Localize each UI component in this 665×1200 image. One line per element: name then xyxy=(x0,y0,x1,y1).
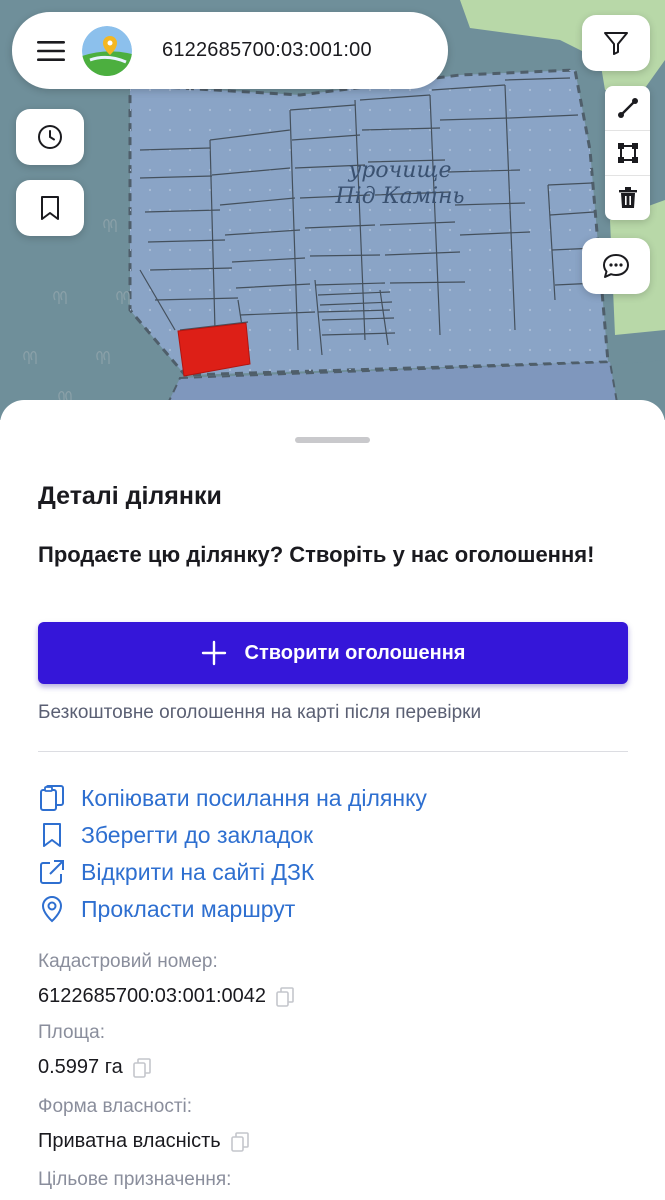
clear-drawing-button[interactable] xyxy=(605,176,650,220)
ownership-value: Приватна власність xyxy=(38,1130,249,1153)
divider xyxy=(38,751,628,752)
bookmark-icon xyxy=(41,196,59,220)
search-bar[interactable]: 6122685700:03:001:00 xyxy=(12,12,448,89)
cadastral-number-value: 6122685700:03:001:0042 xyxy=(38,985,294,1008)
tree-symbols xyxy=(23,218,130,404)
hamburger-menu-icon xyxy=(37,40,65,61)
purpose-label: Цільове призначення: xyxy=(38,1169,232,1190)
ownership-label: Форма власності: xyxy=(38,1096,193,1117)
measure-line-button[interactable] xyxy=(605,86,650,130)
draw-polygon-icon xyxy=(617,143,638,163)
history-button[interactable] xyxy=(16,109,84,165)
area-label: Площа: xyxy=(38,1022,106,1043)
copy-link-label: Копіювати посилання на ділянку xyxy=(81,784,427,811)
search-input[interactable]: 6122685700:03:001:00 xyxy=(162,39,372,62)
external-link-icon xyxy=(38,857,66,887)
bookmarks-button[interactable] xyxy=(16,180,84,236)
menu-button[interactable] xyxy=(12,12,90,89)
cadastral-number-label: Кадастровий номер: xyxy=(38,951,218,972)
ownership-text: Приватна власність xyxy=(38,1130,221,1152)
save-bookmark-label: Зберегти до закладок xyxy=(81,821,314,848)
map-logo-icon xyxy=(82,25,132,76)
plus-icon xyxy=(201,640,227,666)
copy-icon[interactable] xyxy=(230,1131,249,1152)
map-place-label: урочище Під Камінь xyxy=(320,158,480,210)
location-pin-icon xyxy=(38,894,66,924)
copy-link-action[interactable]: Копіювати посилання на ділянку xyxy=(38,782,427,814)
free-listing-note: Безкоштовне оголошення на карті після пе… xyxy=(38,702,482,723)
route-action[interactable]: Прокласти маршрут xyxy=(38,893,295,925)
sheet-title: Деталі ділянки xyxy=(38,482,222,510)
sell-prompt: Продаєте цю ділянку? Створіть у нас огол… xyxy=(38,542,595,567)
trash-icon xyxy=(618,187,637,208)
filter-button[interactable] xyxy=(582,15,650,71)
sheet-drag-handle[interactable] xyxy=(295,437,370,443)
area-value: 0.5997 га xyxy=(38,1056,151,1079)
area-text: 0.5997 га xyxy=(38,1056,123,1078)
create-ad-button[interactable]: Створити оголошення xyxy=(38,622,628,684)
measure-area-button[interactable] xyxy=(605,131,650,175)
create-ad-button-label: Створити оголошення xyxy=(244,641,466,664)
save-bookmark-action[interactable]: Зберегти до закладок xyxy=(38,819,313,851)
copy-link-icon xyxy=(38,783,66,813)
open-dzk-label: Відкрити на сайті ДЗК xyxy=(81,858,315,885)
open-dzk-action[interactable]: Відкрити на сайті ДЗК xyxy=(38,856,314,888)
cadastral-number-text: 6122685700:03:001:0042 xyxy=(38,985,267,1007)
chat-icon xyxy=(603,254,629,278)
map-place-label-line1: урочище xyxy=(348,158,452,183)
chat-button[interactable] xyxy=(582,238,650,294)
copy-icon[interactable] xyxy=(276,986,294,1007)
bookmark-icon xyxy=(38,820,66,850)
draw-toolbar xyxy=(605,86,650,220)
parcel-details-sheet: Деталі ділянки Продаєте цю ділянку? Ство… xyxy=(0,400,665,1200)
filter-icon xyxy=(604,32,628,55)
map-place-label-line2: Під Камінь xyxy=(335,184,465,209)
copy-icon[interactable] xyxy=(132,1057,151,1078)
draw-line-icon xyxy=(617,98,638,118)
route-label: Прокласти маршрут xyxy=(81,895,296,922)
clock-icon xyxy=(38,125,62,149)
